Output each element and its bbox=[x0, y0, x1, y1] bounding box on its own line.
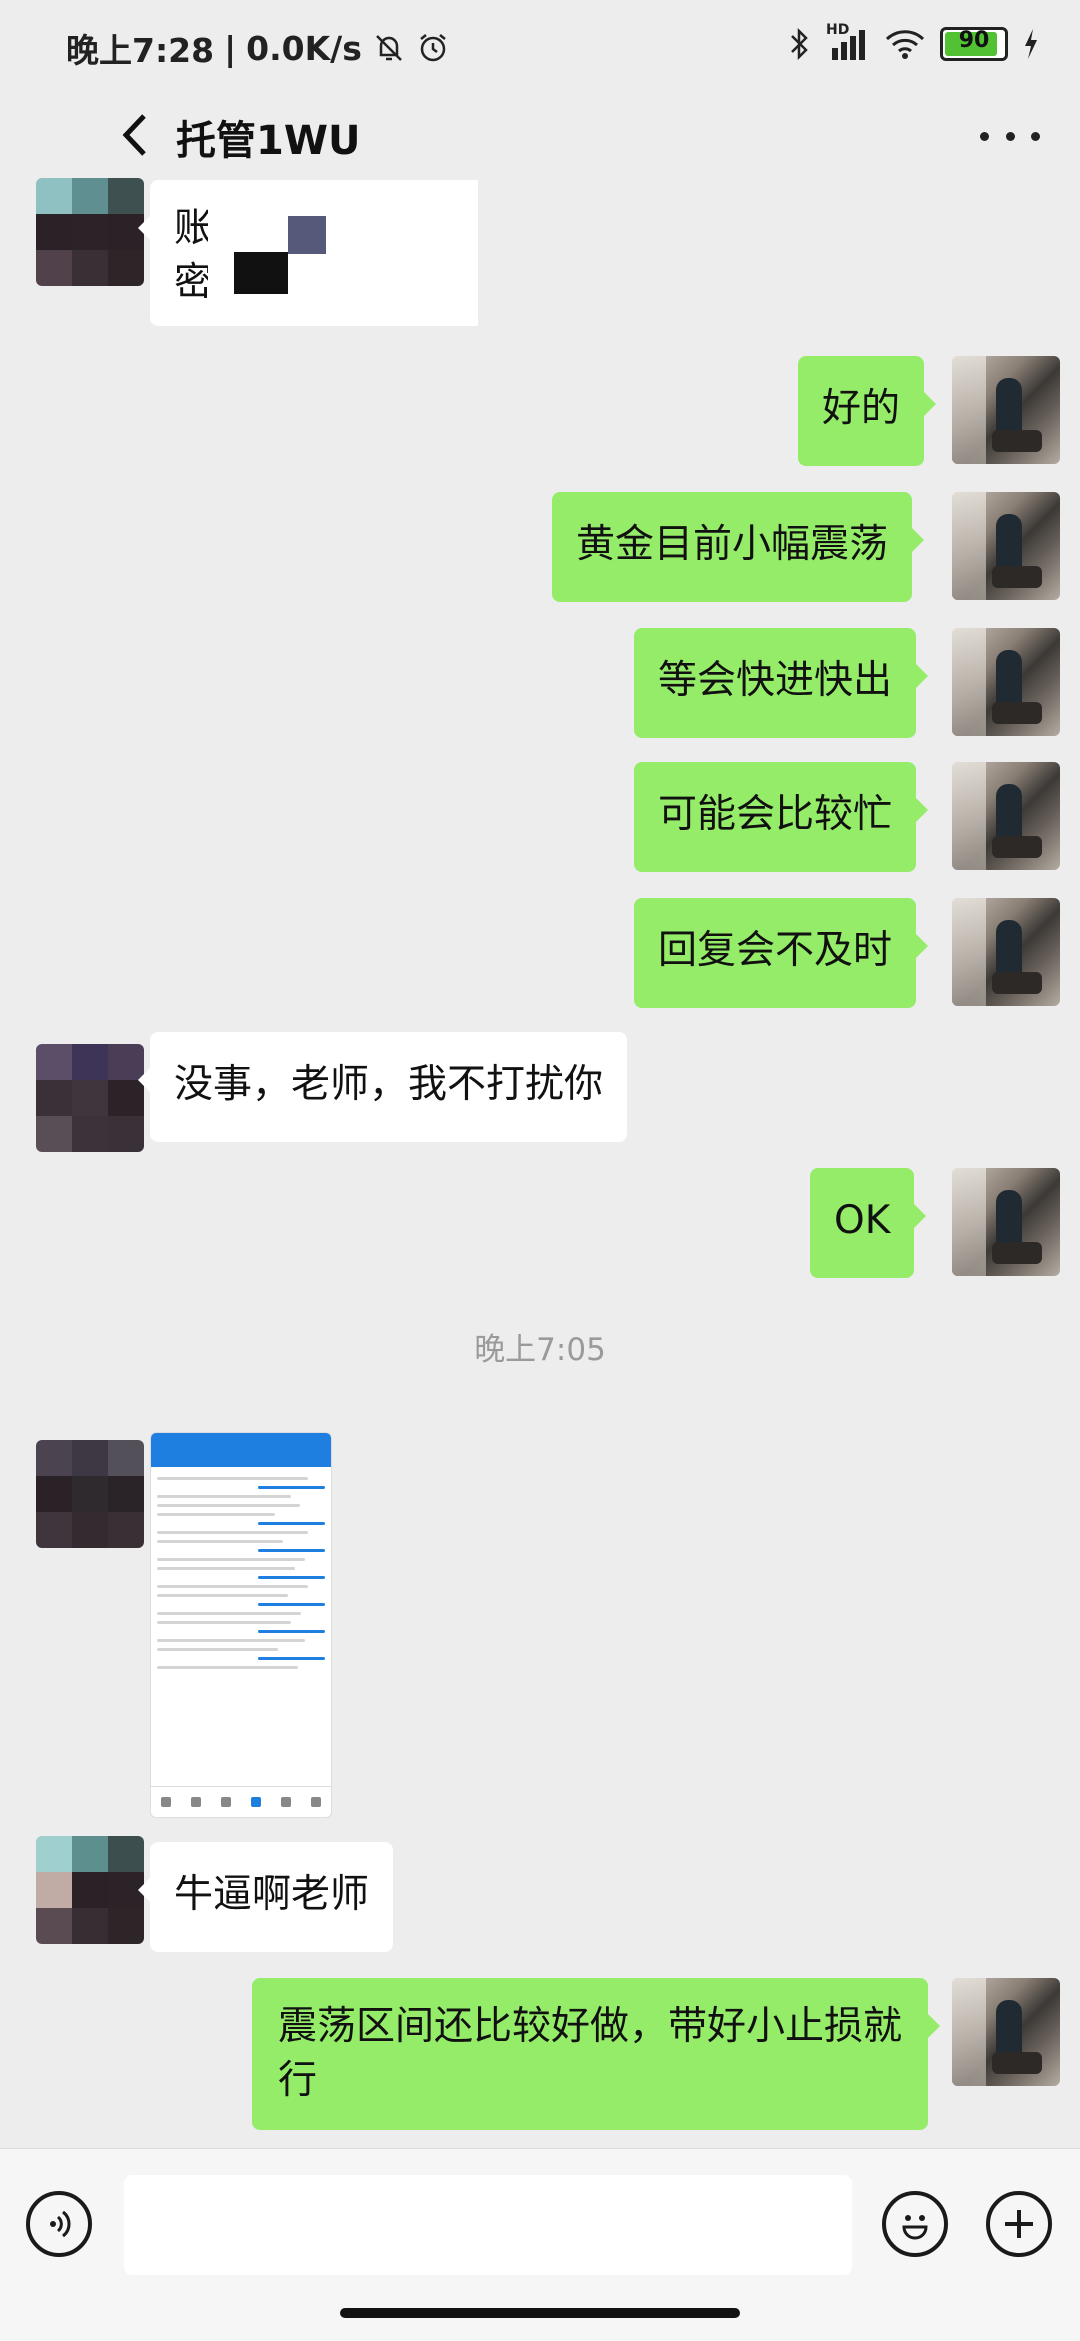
title-bar: 托管1WU bbox=[0, 96, 1080, 176]
status-time: 晚上7:28 bbox=[66, 31, 215, 70]
net-speed: 0.0K/s bbox=[246, 28, 362, 68]
message-bubble-incoming[interactable]: 账户 密码 bbox=[138, 180, 478, 326]
mute-bell-icon bbox=[376, 35, 402, 61]
message-text: 等会快进快出 bbox=[658, 658, 893, 703]
message-input[interactable] bbox=[124, 2175, 852, 2275]
emoji-icon[interactable] bbox=[882, 2191, 948, 2257]
bluetooth-icon bbox=[791, 27, 808, 61]
redaction-block bbox=[234, 252, 288, 294]
back-icon[interactable] bbox=[118, 110, 152, 160]
message-text: 黄金目前小幅震荡 bbox=[576, 522, 889, 567]
battery-indicator: 90 bbox=[940, 27, 1008, 61]
message-bubble-outgoing[interactable]: 好的 bbox=[798, 356, 937, 466]
battery-level: 90 bbox=[958, 28, 990, 53]
message-text: 牛逼啊老师 bbox=[174, 1872, 370, 1917]
time-separator: 晚上7:05 bbox=[474, 1332, 606, 1368]
user-avatar[interactable] bbox=[952, 762, 1060, 870]
alarm-icon bbox=[420, 34, 446, 62]
contact-avatar[interactable] bbox=[36, 178, 144, 286]
more-icon[interactable] bbox=[980, 116, 1040, 156]
plus-icon[interactable] bbox=[986, 2191, 1052, 2257]
user-avatar[interactable] bbox=[952, 356, 1060, 464]
message-bubble-outgoing[interactable]: OK bbox=[810, 1168, 927, 1278]
user-avatar[interactable] bbox=[952, 492, 1060, 600]
user-avatar[interactable] bbox=[952, 898, 1060, 1006]
message-text: 回复会不及时 bbox=[658, 928, 893, 973]
signal-icon: HD bbox=[826, 22, 870, 62]
redaction-block bbox=[288, 216, 326, 254]
charging-icon bbox=[1025, 29, 1037, 59]
contact-avatar[interactable] bbox=[36, 1440, 144, 1548]
message-text: 好的 bbox=[822, 386, 901, 431]
wifi-icon bbox=[885, 30, 925, 59]
message-bubble-outgoing[interactable]: 黄金目前小幅震荡 bbox=[552, 492, 925, 602]
user-avatar[interactable] bbox=[952, 628, 1060, 736]
message-bubble-outgoing[interactable]: 回复会不及时 bbox=[634, 898, 929, 1008]
chat-title: 托管1WU bbox=[176, 118, 361, 164]
contact-avatar[interactable] bbox=[36, 1836, 144, 1944]
message-bubble-outgoing[interactable]: 等会快进快出 bbox=[634, 628, 929, 738]
status-left: 晚上7:28 | 0.0K/s bbox=[66, 24, 450, 72]
message-bubble-outgoing[interactable]: 震荡区间还比较好做，带好小止损就行 bbox=[252, 1978, 940, 2130]
status-right: HD 90 bbox=[788, 22, 1040, 62]
message-text: 没事，老师，我不打扰你 bbox=[174, 1062, 604, 1107]
message-bubble-outgoing[interactable]: 可能会比较忙 bbox=[634, 762, 929, 872]
home-indicator[interactable] bbox=[340, 2308, 740, 2318]
status-bar: 晚上7:28 | 0.0K/s HD 90 bbox=[0, 0, 1080, 96]
user-avatar[interactable] bbox=[952, 1168, 1060, 1276]
message-text: 可能会比较忙 bbox=[658, 792, 893, 837]
voice-icon[interactable] bbox=[26, 2191, 92, 2257]
message-bubble-incoming[interactable]: 牛逼啊老师 bbox=[137, 1842, 394, 1952]
contact-avatar[interactable] bbox=[36, 1044, 144, 1152]
message-bubble-incoming[interactable]: 没事，老师，我不打扰你 bbox=[137, 1032, 628, 1142]
message-text: OK bbox=[834, 1198, 891, 1243]
user-avatar[interactable] bbox=[952, 1978, 1060, 2086]
trading-screenshot-image[interactable] bbox=[150, 1432, 332, 1818]
message-text: 震荡区间还比较好做，带好小止损就行 bbox=[278, 2004, 903, 2103]
